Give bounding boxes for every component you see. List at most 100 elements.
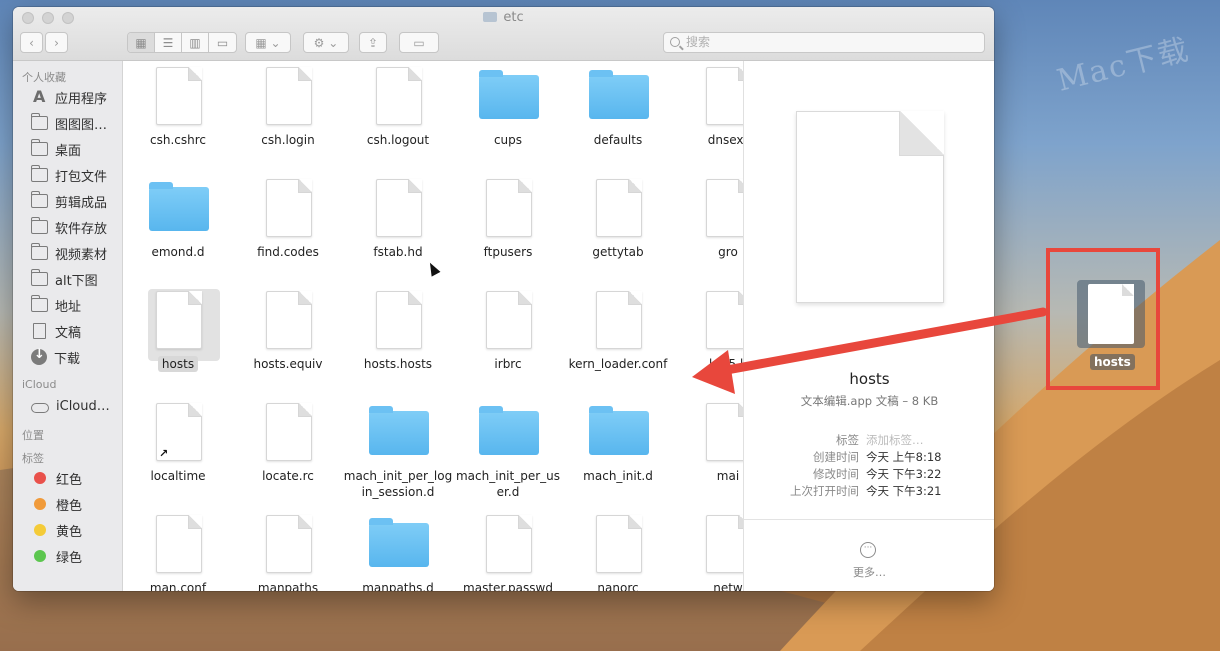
sidebar-item[interactable]: 应用程序 <box>31 86 107 108</box>
info-value: 今天 上午8:18 <box>866 450 942 464</box>
file-item[interactable]: locate.rc <box>233 395 343 505</box>
search-placeholder: 搜索 <box>686 35 711 49</box>
sidebar-item[interactable]: 黄色 <box>31 519 82 541</box>
file-item[interactable]: mach_init.d <box>563 395 673 505</box>
action-button[interactable]: ⚙ ⌄ <box>303 32 349 53</box>
folder-icon <box>369 406 429 455</box>
sidebar-item-label: alt下图 <box>55 273 98 289</box>
sidebar-item[interactable]: 视频素材 <box>31 242 107 264</box>
sidebar-item-label: 剪辑成品 <box>55 195 108 211</box>
file-item[interactable]: find.codes <box>233 171 343 281</box>
file-item[interactable]: csh.login <box>233 61 343 169</box>
list-view-button[interactable]: ☰ <box>155 33 182 52</box>
group-button[interactable]: ▦ ⌄ <box>245 32 291 53</box>
gear-icon: ⚙ ⌄ <box>313 35 339 50</box>
sidebar-item[interactable]: 剪辑成品 <box>31 190 107 212</box>
sidebar-item[interactable]: 红色 <box>31 467 82 489</box>
file-name-label: manpaths.d <box>362 581 434 591</box>
file-item[interactable]: emond.d <box>123 171 233 281</box>
preview-info-row: 上次打开时间 今天 下午3:21 <box>744 483 994 500</box>
sidebar-item[interactable]: 图图图… <box>31 112 107 134</box>
document-icon <box>706 403 743 461</box>
file-item[interactable]: dnsext <box>673 61 743 169</box>
sidebar-item[interactable]: 打包文件 <box>31 164 107 186</box>
sidebar-item[interactable]: 软件存放 <box>31 216 107 238</box>
file-item[interactable]: csh.cshrc <box>123 61 233 169</box>
file-item[interactable]: hosts.hosts <box>343 283 453 393</box>
desktop-document-icon[interactable] <box>1088 284 1134 344</box>
file-name-label: gettytab <box>592 245 644 259</box>
more-button[interactable]: 更多… <box>744 564 994 580</box>
share-button[interactable]: ⇪ <box>359 32 387 53</box>
sidebar-item[interactable]: alt下图 <box>31 268 98 290</box>
sidebar-item[interactable]: iCloud… <box>31 395 110 417</box>
file-item[interactable]: mach_init_per_us er.d <box>453 395 563 505</box>
grid-icon: ▦ ⌄ <box>255 35 281 50</box>
file-item[interactable]: mach_init_per_log in_session.d <box>343 395 453 505</box>
document-icon <box>156 67 202 125</box>
search-input[interactable]: 搜索 <box>663 32 985 53</box>
folder-icon <box>31 165 48 182</box>
icon-view-button[interactable]: ▦ <box>128 33 155 52</box>
back-button[interactable]: ‹ <box>20 32 43 53</box>
desktop-icon <box>31 139 48 156</box>
file-item[interactable]: master.passwd <box>453 507 563 591</box>
file-name-label: nanorc <box>597 581 639 591</box>
file-item[interactable]: ftpusers <box>453 171 563 281</box>
file-item[interactable]: gettytab <box>563 171 673 281</box>
folder-icon <box>589 70 649 119</box>
tag-button[interactable]: ▭ <box>399 32 439 53</box>
folder-icon <box>31 295 48 312</box>
sidebar-item-label: 软件存放 <box>55 221 108 237</box>
sidebar-item[interactable]: 下载 <box>31 346 80 368</box>
document-icon <box>486 515 532 573</box>
cloud-icon <box>31 402 49 413</box>
file-name-label: hosts.equiv <box>253 357 323 371</box>
file-item[interactable]: man.conf <box>123 507 233 591</box>
sidebar-item[interactable]: 绿色 <box>31 545 82 567</box>
document-icon <box>486 291 532 349</box>
document-icon <box>266 179 312 237</box>
desktop-file-label[interactable]: hosts <box>1090 354 1135 370</box>
sidebar-item[interactable]: 橙色 <box>31 493 82 515</box>
file-item[interactable]: hosts.equiv <box>233 283 343 393</box>
file-item[interactable]: kern_loader.conf <box>563 283 673 393</box>
add-tag-field[interactable]: 添加标签… <box>866 432 924 448</box>
folder-icon <box>31 243 48 260</box>
file-name-label: csh.login <box>261 133 315 147</box>
info-key: 创建时间 <box>813 450 859 464</box>
document-icon <box>376 179 422 237</box>
file-item[interactable]: nanorc <box>563 507 673 591</box>
file-item[interactable]: defaults <box>563 61 673 169</box>
sidebar-section-header: 标签 <box>22 452 44 465</box>
file-item[interactable]: manpaths <box>233 507 343 591</box>
file-item[interactable]: krb5.k <box>673 283 743 393</box>
file-item[interactable]: gro <box>673 171 743 281</box>
column-view-button[interactable]: ▥ <box>182 33 209 52</box>
file-name-label: fstab.hd <box>373 245 423 259</box>
file-item[interactable]: mai <box>673 395 743 505</box>
file-item[interactable]: irbrc <box>453 283 563 393</box>
sidebar-item-label: 下载 <box>54 351 81 367</box>
file-name-label: ftpusers <box>483 245 533 259</box>
document-icon <box>156 291 202 349</box>
file-item[interactable]: csh.logout <box>343 61 453 169</box>
file-name-label: mach_init_per_log in_session.d <box>343 469 453 499</box>
document-icon <box>596 291 642 349</box>
download-icon <box>31 347 47 365</box>
sidebar-item[interactable]: 地址 <box>31 294 81 316</box>
file-item[interactable]: hosts <box>123 283 233 393</box>
file-item[interactable]: manpaths.d <box>343 507 453 591</box>
gallery-view-button[interactable]: ▭ <box>209 33 236 52</box>
tag-dot-icon <box>34 472 46 484</box>
more-icon[interactable]: ··· <box>860 542 876 558</box>
file-item[interactable]: ↗ localtime <box>123 395 233 505</box>
file-item[interactable]: cups <box>453 61 563 169</box>
forward-button[interactable]: › <box>45 32 68 53</box>
folder-icon <box>483 12 498 22</box>
sidebar-item[interactable]: 文稿 <box>31 320 81 342</box>
sidebar-item[interactable]: 桌面 <box>31 138 81 160</box>
divider <box>744 519 994 520</box>
view-mode-control: ▦ ☰ ▥ ▭ <box>127 32 237 53</box>
file-item[interactable]: netw <box>673 507 743 591</box>
